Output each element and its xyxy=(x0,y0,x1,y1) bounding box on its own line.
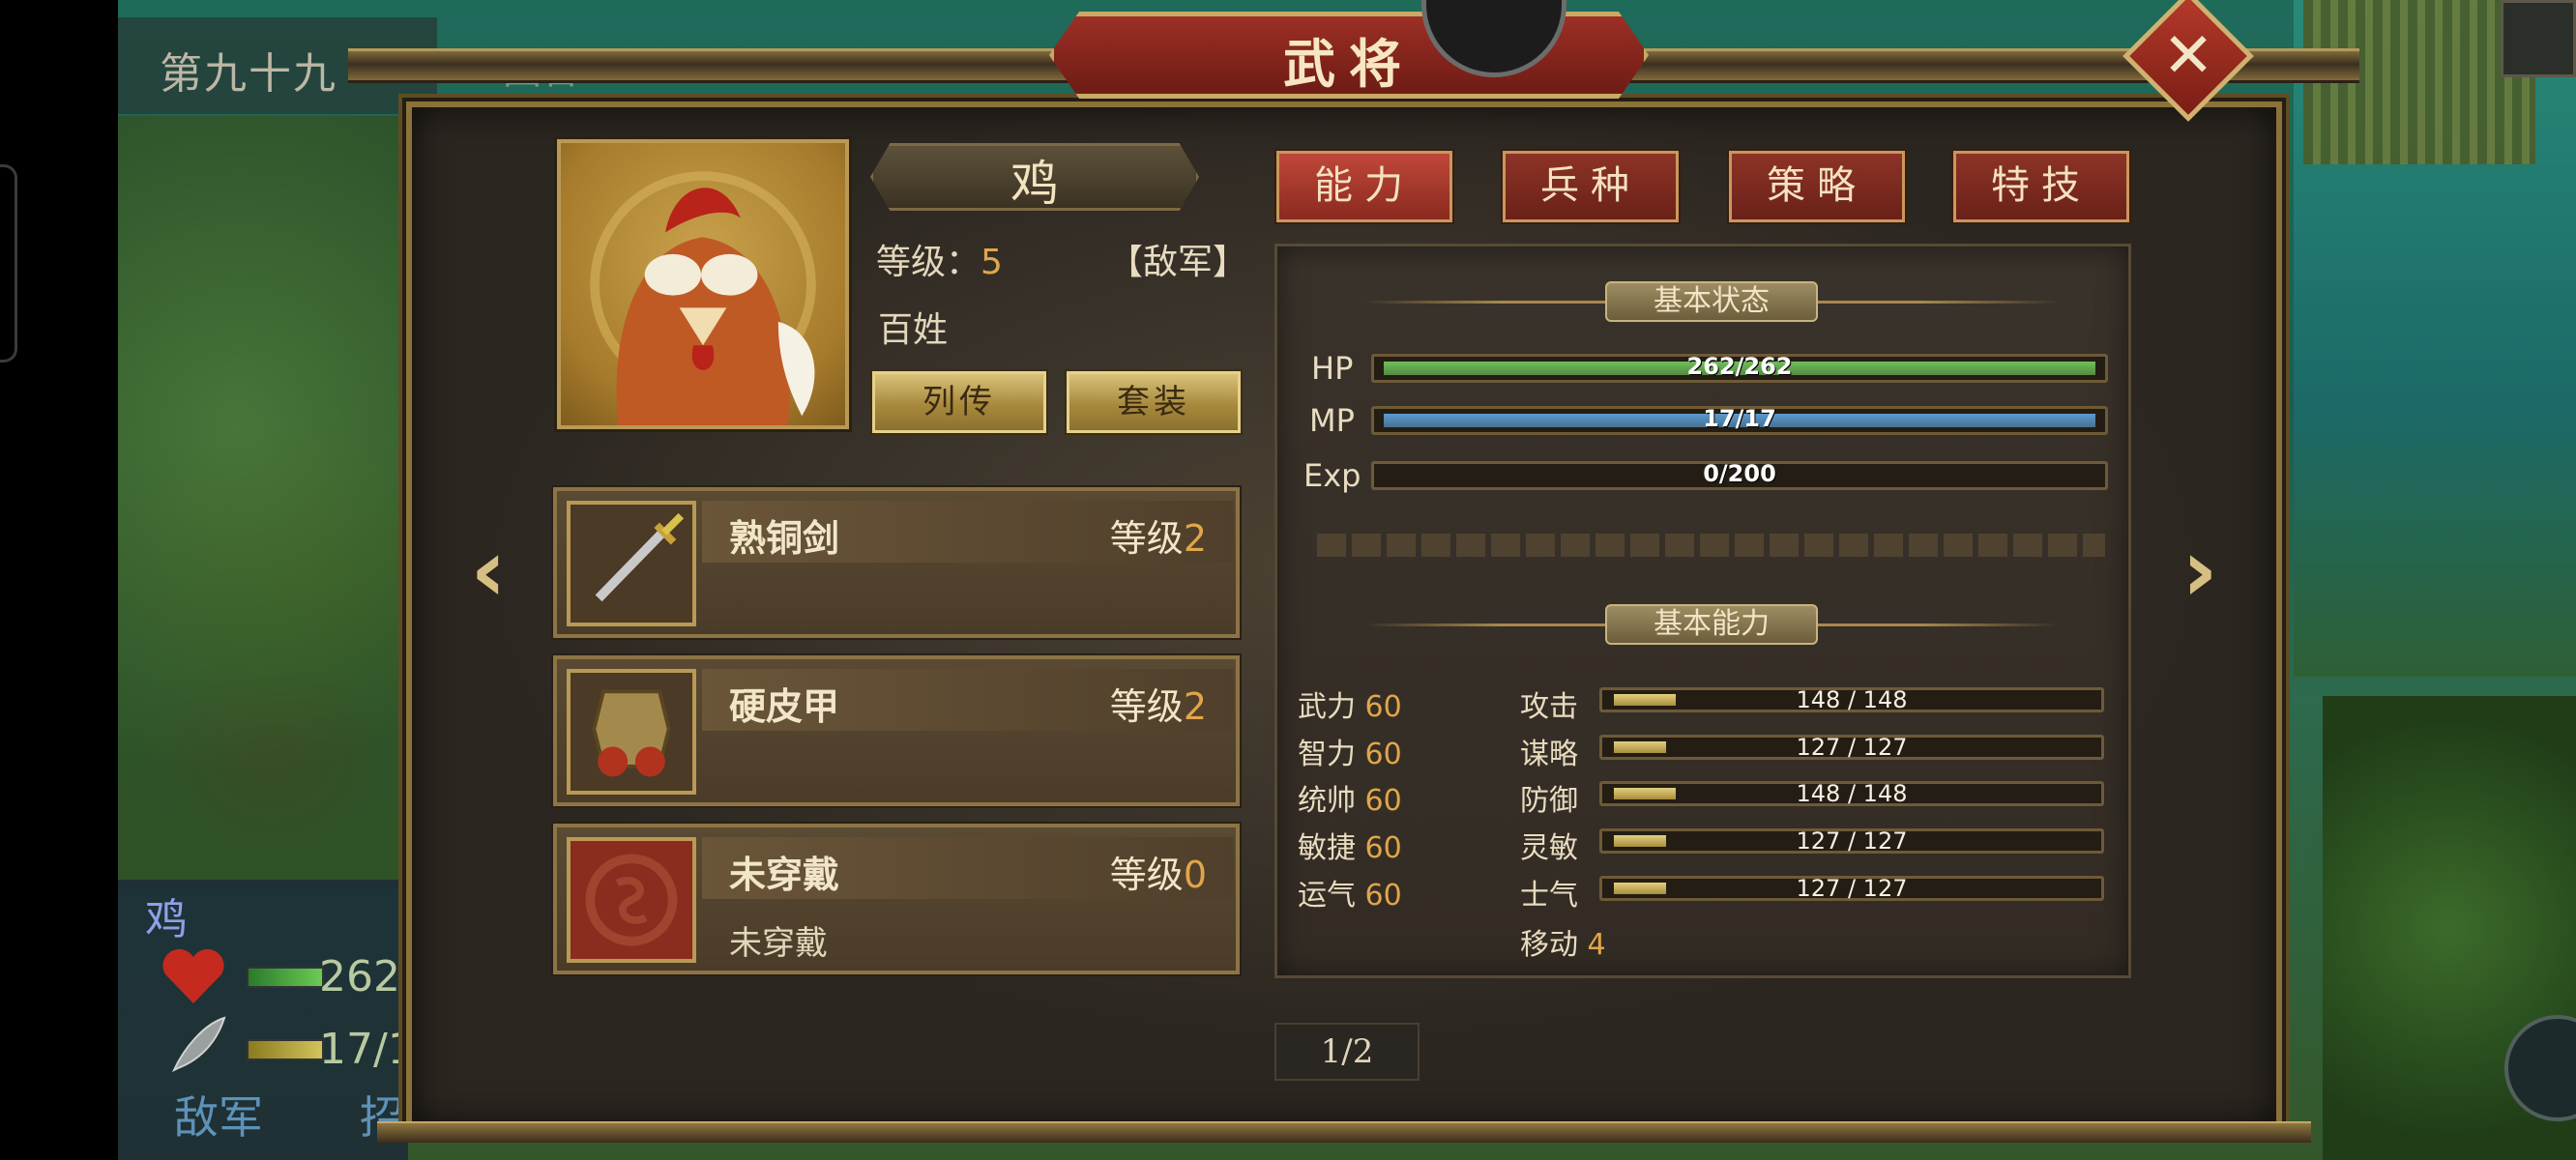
combat-agility-bar: 127 / 127 xyxy=(1599,827,2104,855)
equipment-level: 等级2 xyxy=(1109,685,1207,728)
combat-strategy-bar: 127 / 127 xyxy=(1599,734,2104,761)
hp-label: HP xyxy=(1311,350,1354,387)
unit-hp-text: 262/ xyxy=(319,952,415,1001)
sword-icon xyxy=(567,501,696,626)
unit-name: 鸡 xyxy=(145,895,188,944)
combat-defense-label: 防御 xyxy=(1520,784,1578,818)
rooster-portrait-icon xyxy=(590,171,816,425)
mp-bar: 17/17 xyxy=(1371,405,2108,435)
hp-value: 262/262 xyxy=(1686,353,1793,380)
next-arrow-icon[interactable]: › xyxy=(2166,520,2234,622)
combat-morale-label: 士气 xyxy=(1520,879,1578,913)
tab-strategy[interactable]: 策略 xyxy=(1729,151,1905,222)
tab-skill[interactable]: 特技 xyxy=(1953,151,2129,222)
unit-hp-bar xyxy=(247,967,324,988)
exp-bar: 0/200 xyxy=(1371,460,2108,490)
exp-value: 0/200 xyxy=(1703,460,1776,487)
combat-attack-bar: 148 / 148 xyxy=(1599,686,2104,713)
unit-faction: 敌军 xyxy=(174,1091,263,1144)
biography-button[interactable]: 列传 xyxy=(872,371,1046,433)
combat-morale-bar: 127 / 127 xyxy=(1599,875,2104,902)
page-indicator: 1/2 xyxy=(1274,1023,1420,1081)
mp-label: MP xyxy=(1309,402,1355,439)
equipment-slot-weapon[interactable]: 熟铜剑 等级2 xyxy=(553,487,1240,638)
section-basic-ability: 基本能力 xyxy=(1605,604,1818,645)
equipment-slot-armor[interactable]: 硬皮甲 等级2 xyxy=(553,655,1240,806)
decorative-pattern xyxy=(1317,534,2105,557)
dialog-bottom-rail xyxy=(377,1121,2311,1143)
combat-defense-bar: 148 / 148 xyxy=(1599,780,2104,807)
general-level: 等级：5 xyxy=(876,234,1003,284)
equipment-subtext: 未穿戴 xyxy=(729,924,828,963)
hp-bar: 262/262 xyxy=(1371,353,2108,383)
tab-troop[interactable]: 兵种 xyxy=(1503,151,1679,222)
level-label: 等级： xyxy=(876,243,981,282)
combat-strategy-label: 谋略 xyxy=(1520,738,1578,771)
stat-move: 移动 4 xyxy=(1520,928,1606,962)
forest-left xyxy=(118,116,418,889)
stat-intelligence: 智力 60 xyxy=(1298,738,1402,771)
level-value: 5 xyxy=(981,243,1003,282)
turn-text: 第九十九 xyxy=(160,49,337,99)
mp-value: 17/17 xyxy=(1703,405,1776,432)
stat-leadership: 统帅 60 xyxy=(1298,784,1402,818)
general-portrait xyxy=(557,139,849,429)
combat-agility-label: 灵敏 xyxy=(1520,831,1578,865)
tab-ability[interactable]: 能力 xyxy=(1276,151,1452,222)
feather-icon xyxy=(171,1016,226,1073)
unit-mp-bar xyxy=(247,1039,324,1060)
section-basic-status: 基本状态 xyxy=(1605,281,1818,322)
equipment-level: 等级2 xyxy=(1109,517,1207,560)
outfit-button[interactable]: 套装 xyxy=(1067,371,1241,433)
equipment-slot-accessory[interactable]: 未穿戴 等级0 未穿戴 xyxy=(553,824,1240,974)
equipment-level: 等级0 xyxy=(1109,854,1207,896)
equipment-name: 未穿戴 xyxy=(729,854,840,896)
exp-label: Exp xyxy=(1303,457,1361,494)
combat-attack-label: 攻击 xyxy=(1520,690,1578,724)
armor-icon xyxy=(567,669,696,795)
empty-slot-icon xyxy=(567,837,696,963)
equipment-name: 熟铜剑 xyxy=(729,517,840,560)
close-icon[interactable]: ✕ xyxy=(2142,10,2235,102)
general-name: 鸡 xyxy=(1010,156,1059,212)
class-name: 百姓 xyxy=(878,310,949,350)
side-handle[interactable] xyxy=(0,164,17,362)
stat-strength: 武力 60 xyxy=(1298,690,1402,724)
stat-agility: 敏捷 60 xyxy=(1298,831,1402,865)
stat-luck: 运气 60 xyxy=(1298,879,1402,913)
prev-arrow-icon[interactable]: ‹ xyxy=(454,520,522,622)
menu-corner-button[interactable] xyxy=(2501,0,2576,77)
equipment-name: 硬皮甲 xyxy=(729,685,840,728)
faction-tag: 【敌军】 xyxy=(1108,243,1248,282)
unit-mp-text: 17/1 xyxy=(319,1025,415,1074)
heart-icon xyxy=(162,948,224,1003)
